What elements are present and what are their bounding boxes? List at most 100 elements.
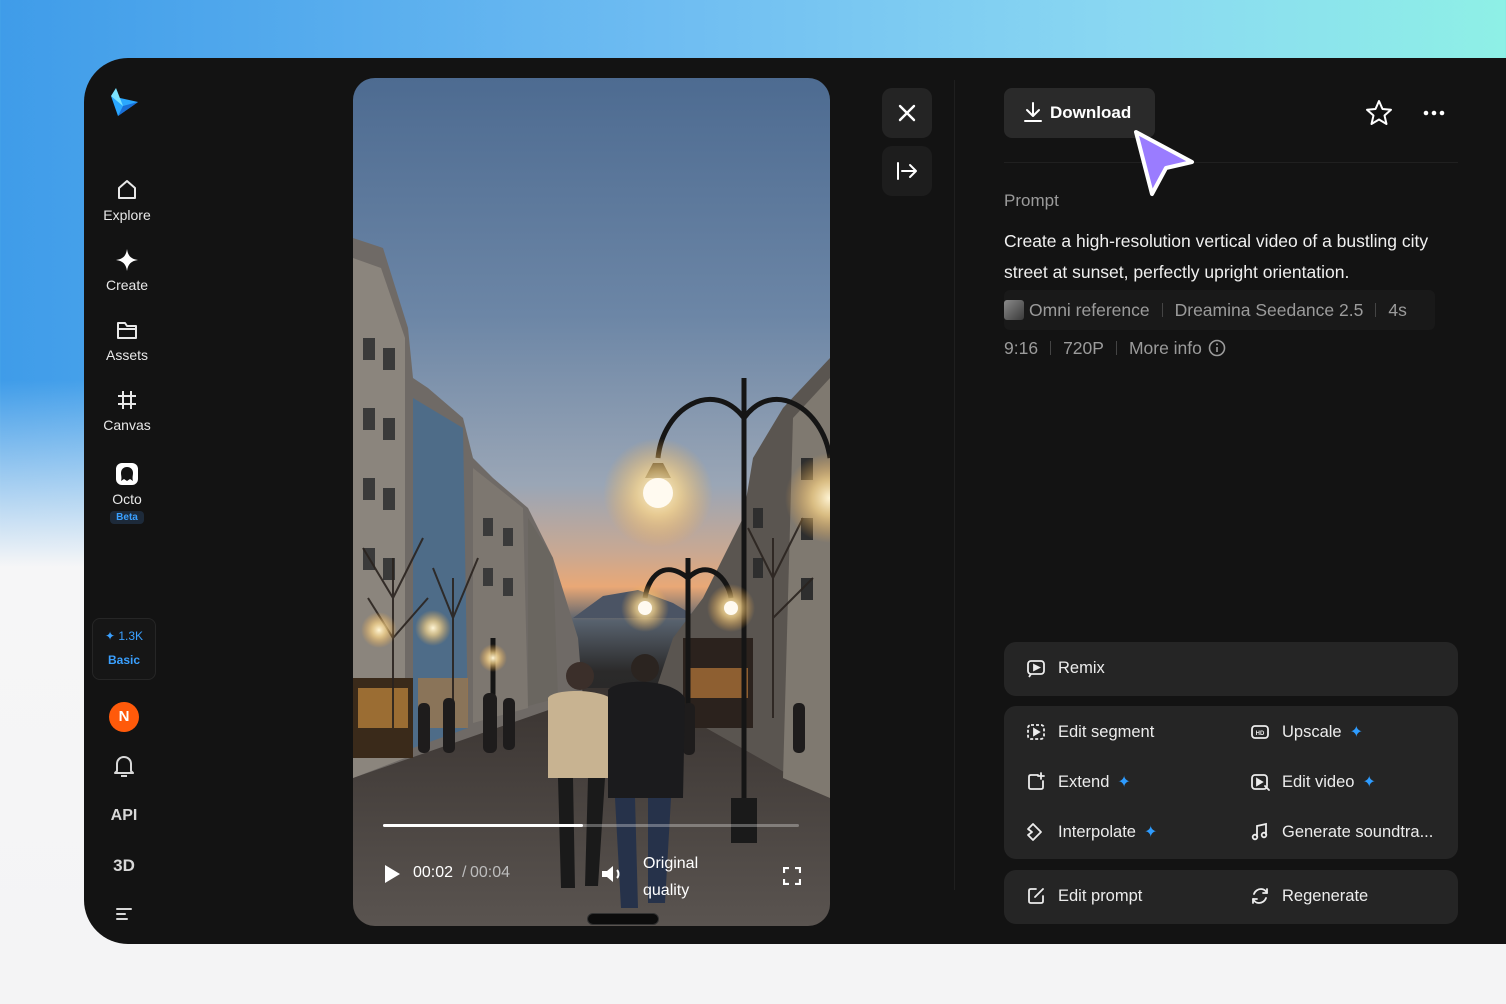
plan-label: Basic xyxy=(107,653,141,667)
aspect-ratio: 9:16 xyxy=(1004,337,1039,358)
bell-icon[interactable] xyxy=(113,754,135,778)
upscale-label: Upscale xyxy=(1282,722,1342,741)
remix-button[interactable]: Remix xyxy=(1026,658,1105,678)
more-options-icon[interactable] xyxy=(1419,98,1449,128)
sidebar-item-label: Create xyxy=(105,277,149,293)
quality-line-2: quality xyxy=(643,882,690,899)
app-window: Explore Create Assets Canvas Octo Beta ✦… xyxy=(84,58,1506,944)
video-frame-image xyxy=(353,238,830,926)
prompt-text[interactable]: Create a high-resolution vertical video … xyxy=(1004,226,1464,288)
sidebar-item-label: Explore xyxy=(103,207,151,223)
folder-icon xyxy=(117,322,137,339)
separator xyxy=(1115,341,1117,355)
generate-soundtrack-label: Generate soundtra... xyxy=(1282,822,1434,841)
sidebar-item-explore[interactable]: Explore xyxy=(84,178,170,223)
download-label: Download xyxy=(1050,103,1132,122)
svg-text:HD: HD xyxy=(1256,731,1265,737)
edit-video-icon xyxy=(1251,774,1270,791)
time-separator: / xyxy=(462,864,467,881)
quality-selector[interactable]: Original quality xyxy=(643,850,723,904)
close-icon xyxy=(898,104,916,122)
sidebar-item-label: Assets xyxy=(105,347,148,363)
sidebar-item-create[interactable]: Create xyxy=(84,248,170,293)
close-button[interactable] xyxy=(882,88,932,138)
regenerate-icon xyxy=(1252,888,1268,904)
remix-card: Remix xyxy=(1004,642,1458,696)
music-note-icon xyxy=(1251,822,1268,841)
prompt-label: Prompt xyxy=(1004,191,1059,210)
sidebar-item-canvas[interactable]: Canvas xyxy=(84,388,170,433)
favorite-star-icon[interactable] xyxy=(1364,98,1394,128)
edit-segment-button[interactable]: Edit segment xyxy=(1026,722,1154,742)
premium-sparkle-icon: ✦ xyxy=(1143,824,1158,841)
panel-toggle-icon xyxy=(897,162,917,180)
quality-line-1: Original xyxy=(643,855,699,872)
resolution: 720P xyxy=(1063,337,1104,358)
edit-prompt-icon xyxy=(1028,888,1044,904)
sidebar-item-label: Canvas xyxy=(103,417,151,433)
interpolate-label: Interpolate xyxy=(1058,822,1136,841)
current-time: 00:02 xyxy=(413,864,454,881)
avatar[interactable]: N xyxy=(109,702,139,732)
octo-icon xyxy=(116,463,138,485)
prompt-actions-card: Edit prompt Regenerate xyxy=(1004,870,1458,924)
regenerate-label: Regenerate xyxy=(1282,886,1369,905)
credits-box[interactable]: ✦ 1.3K Basic xyxy=(92,618,156,680)
interpolate-icon xyxy=(1027,823,1042,841)
progress-bar[interactable] xyxy=(383,824,799,827)
header-divider xyxy=(1004,162,1458,163)
remix-icon xyxy=(1027,660,1045,678)
premium-sparkle-icon: ✦ xyxy=(1117,774,1131,791)
separator xyxy=(1375,303,1377,317)
beta-badge: Beta xyxy=(110,511,144,524)
api-button[interactable]: API xyxy=(84,807,164,825)
separator xyxy=(1050,341,1052,355)
collapse-panel-button[interactable] xyxy=(882,146,932,196)
fullscreen-icon[interactable] xyxy=(783,867,801,885)
upscale-button[interactable]: HD Upscale ✦ xyxy=(1250,722,1363,742)
sidebar-item-octo[interactable]: Octo Beta xyxy=(84,462,170,524)
generate-soundtrack-button[interactable]: Generate soundtra... xyxy=(1250,822,1433,842)
app-logo-icon[interactable] xyxy=(106,84,142,120)
progress-fill xyxy=(383,824,583,827)
edit-segment-label: Edit segment xyxy=(1058,722,1155,741)
player-controls: 00:02 / 00:04 Original quality xyxy=(353,850,830,910)
premium-sparkle-icon: ✦ xyxy=(1349,724,1364,741)
sidebar: Explore Create Assets Canvas Octo Beta ✦… xyxy=(84,58,170,944)
mouse-cursor-icon xyxy=(1134,130,1194,196)
3d-button[interactable]: 3D xyxy=(84,856,164,876)
sparkle-icon xyxy=(116,249,138,271)
panel-divider xyxy=(954,80,955,890)
extend-button[interactable]: Extend ✦ xyxy=(1026,772,1131,792)
remix-label: Remix xyxy=(1058,658,1105,677)
edit-video-button[interactable]: Edit video ✦ xyxy=(1250,772,1376,792)
play-icon[interactable] xyxy=(383,864,401,884)
hd-upscale-icon: HD xyxy=(1251,725,1269,739)
edit-actions-card: Edit segment HD Upscale ✦ Extend ✦ Edit … xyxy=(1004,706,1458,859)
reference-label: Omni reference xyxy=(1029,299,1150,320)
edit-prompt-button[interactable]: Edit prompt xyxy=(1026,886,1142,906)
info-icon[interactable] xyxy=(1208,339,1226,357)
model-name: Dreamina Seedance 2.5 xyxy=(1174,299,1364,320)
credits-amount: ✦ 1.3K xyxy=(104,629,144,643)
separator xyxy=(1161,303,1163,317)
download-icon xyxy=(1024,102,1042,122)
home-icon xyxy=(118,180,136,199)
interpolate-button[interactable]: Interpolate ✦ xyxy=(1026,822,1157,842)
reference-thumbnail xyxy=(1004,300,1024,320)
output-meta-row: 9:16 720P More info xyxy=(1004,328,1226,368)
extend-icon xyxy=(1028,772,1045,790)
video-player[interactable]: 00:02 / 00:04 Original quality xyxy=(353,78,830,926)
total-time: 00:04 xyxy=(470,864,511,881)
edit-video-label: Edit video xyxy=(1282,772,1355,791)
duration: 4s xyxy=(1388,299,1407,320)
generation-meta-row: Omni reference Dreamina Seedance 2.5 4s xyxy=(1004,290,1435,330)
sidebar-item-assets[interactable]: Assets xyxy=(84,318,170,363)
reference-chip[interactable]: Omni reference Dreamina Seedance 2.5 4s xyxy=(1004,290,1435,330)
scrub-handle[interactable] xyxy=(587,913,659,925)
more-info-link[interactable]: More info xyxy=(1129,338,1202,359)
sidebar-item-label: Octo xyxy=(112,491,142,507)
volume-icon[interactable] xyxy=(600,864,624,884)
menu-icon[interactable] xyxy=(114,906,134,922)
regenerate-button[interactable]: Regenerate xyxy=(1250,886,1368,906)
